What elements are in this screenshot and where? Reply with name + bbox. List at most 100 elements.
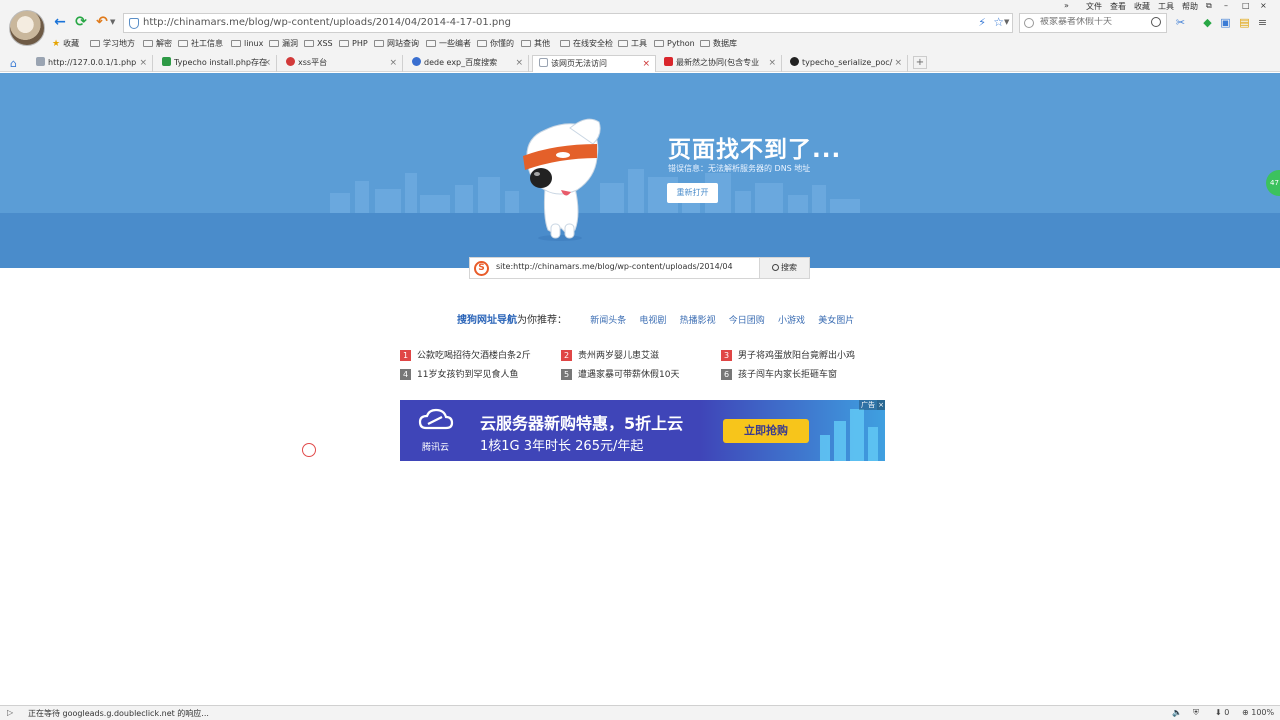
recommend-link[interactable]: 电视剧: [639, 316, 666, 326]
home-icon[interactable]: ⌂: [10, 57, 17, 70]
recommend-link[interactable]: 小游戏: [778, 316, 805, 326]
bookmark-favorites[interactable]: ★ 收藏: [52, 37, 79, 51]
bolt-icon[interactable]: ⚡: [978, 16, 986, 29]
nav-brand-link[interactable]: 搜狗网址导航: [457, 315, 517, 326]
zoom-level[interactable]: ⊕ 100%: [1242, 708, 1274, 717]
screen-icon[interactable]: ▣: [1219, 16, 1232, 29]
speaker-icon[interactable]: 🔈: [1172, 708, 1182, 717]
paw-icon: [412, 57, 421, 66]
bookmark-folder[interactable]: Python: [654, 37, 695, 51]
bookmark-folder[interactable]: 数据库: [700, 37, 737, 51]
bookmark-folder[interactable]: 在线安全检: [560, 37, 613, 51]
chevron-down-icon[interactable]: ▼: [110, 18, 115, 26]
menu-icon[interactable]: ≡: [1256, 16, 1269, 29]
bookmark-folder[interactable]: 学习地方: [90, 37, 135, 51]
site-search-input[interactable]: site:http://chinamars.me/blog/wp-content…: [496, 262, 758, 271]
close-icon[interactable]: ×: [642, 56, 650, 72]
menu-help[interactable]: 帮助: [1182, 1, 1198, 12]
recommend-link[interactable]: 热播影视: [680, 316, 716, 326]
bookmark-folder[interactable]: 漏洞: [269, 37, 298, 51]
news-item[interactable]: 5 遭遇家暴可带薪休假10天: [561, 367, 679, 380]
bookmark-folder[interactable]: 你懂的: [477, 37, 514, 51]
bookmark-folder[interactable]: 其他: [521, 37, 550, 51]
maximize-button[interactable]: □: [1242, 1, 1250, 10]
sidebar-icon[interactable]: ▤: [1238, 16, 1251, 29]
sidebar-toggle-icon[interactable]: ▷: [7, 708, 13, 717]
close-icon[interactable]: ×: [389, 55, 397, 71]
minimize-button[interactable]: –: [1224, 1, 1228, 10]
undo-close-tab-button[interactable]: ↶: [94, 14, 110, 30]
ad-brand: 腾讯云: [422, 443, 450, 453]
extension-icon[interactable]: ◆: [1201, 16, 1214, 29]
news-item[interactable]: 3 男子将鸡蛋放阳台竟孵出小鸡: [721, 348, 855, 361]
menu-view[interactable]: 查看: [1110, 1, 1126, 12]
tab[interactable]: xss平台 ×: [280, 55, 403, 72]
recommend-link[interactable]: 新闻头条: [590, 316, 626, 326]
site-search-button[interactable]: 搜索: [759, 258, 809, 278]
back-button[interactable]: ←: [52, 14, 68, 30]
new-tab-button[interactable]: +: [913, 56, 927, 69]
star-icon: ★: [52, 39, 61, 49]
page-icon: [539, 58, 548, 67]
bookmark-folder[interactable]: 社工信息: [178, 37, 223, 51]
download-status[interactable]: ⬇ 0: [1215, 708, 1229, 717]
bookmark-folder[interactable]: 工具: [618, 37, 647, 51]
ad-decoration: [834, 421, 846, 461]
reopen-button[interactable]: 重新打开: [667, 183, 718, 203]
bookmark-folder[interactable]: 解密: [143, 37, 172, 51]
news-item[interactable]: 1 公款吃喝招待欠酒楼白条2斤: [400, 348, 531, 361]
close-icon[interactable]: ×: [768, 55, 776, 71]
search-engine-icon[interactable]: [1024, 18, 1034, 28]
menu-favorites[interactable]: 收藏: [1134, 1, 1150, 12]
shield-icon[interactable]: ⛨: [1193, 708, 1199, 718]
tools-icon[interactable]: ✂: [1174, 16, 1187, 29]
recommend-link[interactable]: 今日团购: [729, 316, 765, 326]
recommend-label: 为你推荐：: [517, 315, 567, 326]
tab-active[interactable]: 该网页无法访问 ×: [532, 55, 656, 72]
bookmark-folder[interactable]: PHP: [339, 37, 368, 51]
folder-icon: [700, 40, 710, 47]
ad-label: 广告: [859, 400, 877, 410]
bookmark-folder[interactable]: 网站查询: [374, 37, 419, 51]
ad-banner[interactable]: 腾讯云 云服务器新购特惠，5折上云 1核1G 3年时长 265元/年起 立即抢购…: [400, 400, 885, 461]
tab[interactable]: typecho_serialize_poc/×: [784, 55, 908, 72]
tab[interactable]: 最新然之协同(包含专业 ×: [658, 55, 782, 72]
close-window-button[interactable]: ×: [1260, 1, 1267, 10]
menu-bar: » 文件 查看 收藏 工具 帮助 ⧉ – □ ×: [1060, 0, 1280, 12]
news-item[interactable]: 6 孩子闯车内家长拒砸车窗: [721, 367, 837, 380]
folder-icon: [374, 40, 384, 47]
search-input[interactable]: [1040, 17, 1148, 27]
cloud-logo-icon: [418, 408, 454, 430]
chevron-down-icon[interactable]: ▼: [1004, 18, 1009, 26]
ad-cta-button[interactable]: 立即抢购: [723, 419, 809, 443]
close-icon[interactable]: ×: [894, 55, 902, 71]
close-icon[interactable]: ×: [263, 55, 271, 71]
news-item[interactable]: 4 11岁女孩钓到罕见食人鱼: [400, 367, 518, 380]
tab[interactable]: http://127.0.0.1/1.php ×: [30, 55, 153, 72]
refresh-button[interactable]: ⟳: [73, 14, 89, 30]
bookmark-folder[interactable]: XSS: [304, 37, 333, 51]
search-icon[interactable]: [1151, 17, 1161, 27]
site-search-bar[interactable]: S site:http://chinamars.me/blog/wp-conte…: [469, 257, 810, 279]
tab[interactable]: dede exp_百度搜索 ×: [406, 55, 529, 72]
close-icon[interactable]: ×: [515, 55, 523, 71]
close-icon[interactable]: ×: [139, 55, 147, 71]
ad-decoration: [820, 435, 830, 461]
address-bar[interactable]: http://chinamars.me/blog/wp-content/uplo…: [123, 13, 1013, 33]
github-icon: [790, 57, 799, 66]
bookmark-folder[interactable]: 一些编者: [426, 37, 471, 51]
search-box[interactable]: [1019, 13, 1167, 33]
close-icon[interactable]: ×: [877, 400, 885, 410]
url-text[interactable]: http://chinamars.me/blog/wp-content/uplo…: [143, 17, 511, 28]
news-item[interactable]: 2 贵州两岁婴儿患艾滋: [561, 348, 659, 361]
restore-window-button[interactable]: ⧉: [1206, 1, 1212, 11]
tab[interactable]: Typecho install.php存在 ×: [156, 55, 277, 72]
more-menu-icon[interactable]: »: [1064, 1, 1069, 10]
menu-tools[interactable]: 工具: [1158, 1, 1174, 12]
folder-icon: [560, 40, 570, 47]
user-avatar[interactable]: [9, 10, 45, 46]
recommend-link[interactable]: 美女图片: [818, 316, 854, 326]
bookmark-folder[interactable]: linux: [231, 37, 263, 51]
star-icon[interactable]: ☆: [993, 15, 1004, 29]
menu-file[interactable]: 文件: [1086, 1, 1102, 12]
